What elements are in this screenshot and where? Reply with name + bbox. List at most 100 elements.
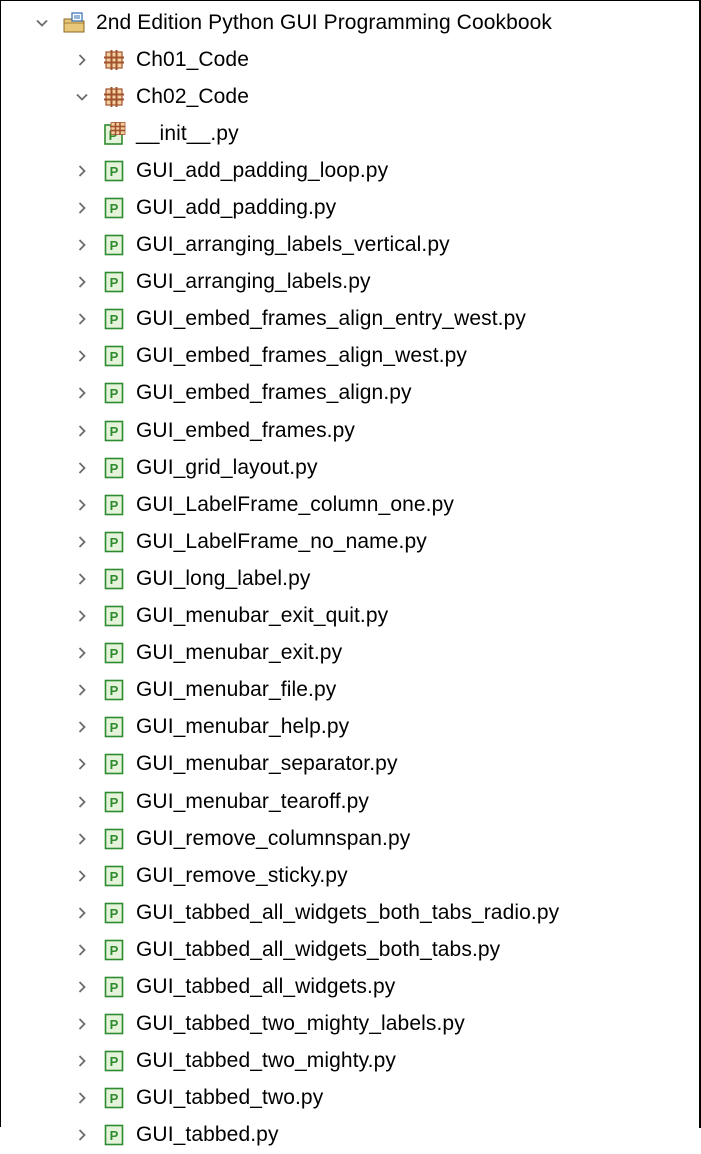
tree-item-file[interactable]: P GUI_menubar_tearoff.py	[0, 783, 699, 820]
tree-item-file[interactable]: P GUI_tabbed_all_widgets.py	[0, 968, 699, 1005]
svg-text:P: P	[110, 238, 119, 253]
chevron-right-icon[interactable]	[70, 715, 94, 739]
svg-text:P: P	[110, 646, 119, 661]
file-label: GUI_menubar_tearoff.py	[136, 789, 369, 813]
svg-text:P: P	[110, 683, 119, 698]
tree-item-file[interactable]: P GUI_add_padding_loop.py	[0, 152, 699, 189]
tree-item-file[interactable]: P GUI_tabbed_two.py	[0, 1080, 699, 1117]
file-label: GUI_tabbed_all_widgets_both_tabs.py	[136, 937, 501, 961]
file-label: GUI_menubar_separator.py	[136, 752, 398, 776]
tree-item-file[interactable]: P GUI_tabbed_two_mighty.py	[0, 1043, 699, 1080]
tree-item-file[interactable]: P GUI_grid_layout.py	[0, 449, 699, 486]
python-file-icon: P	[102, 381, 126, 405]
ch02-file-list: P __init__.py P GUI_add_padding_loop.py P GUI…	[0, 115, 699, 1154]
chevron-right-icon[interactable]	[70, 196, 94, 220]
python-file-icon: P	[102, 1123, 126, 1147]
chevron-right-icon[interactable]	[70, 1049, 94, 1073]
tree-item-file[interactable]: P GUI_tabbed.py	[0, 1117, 699, 1154]
file-label: GUI_embed_frames_align_entry_west.py	[136, 307, 526, 331]
chevron-right-icon[interactable]	[70, 1012, 94, 1036]
svg-text:P: P	[110, 906, 119, 921]
python-file-icon: P	[102, 159, 126, 183]
chevron-right-icon[interactable]	[70, 233, 94, 257]
chevron-right-icon[interactable]	[70, 827, 94, 851]
tree-item-file[interactable]: P GUI_embed_frames_align_west.py	[0, 338, 699, 375]
chevron-right-icon[interactable]	[70, 456, 94, 480]
tree-item-project[interactable]: 2nd Edition Python GUI Programming Cookb…	[0, 4, 699, 41]
tree-item-file[interactable]: P GUI_LabelFrame_column_one.py	[0, 486, 699, 523]
chevron-right-icon[interactable]	[70, 938, 94, 962]
tree-item-file[interactable]: P GUI_remove_sticky.py	[0, 857, 699, 894]
python-init-icon: P	[102, 121, 126, 146]
tree-item-file[interactable]: P GUI_arranging_labels_vertical.py	[0, 227, 699, 264]
chevron-right-icon[interactable]	[70, 381, 94, 405]
python-file-icon: P	[102, 975, 126, 999]
tree-item-ch02-code[interactable]: Ch02_Code	[0, 78, 699, 115]
tree-item-file[interactable]: P GUI_menubar_exit_quit.py	[0, 598, 699, 635]
chevron-down-icon[interactable]	[30, 11, 54, 35]
python-file-icon: P	[102, 901, 126, 925]
chevron-right-icon[interactable]	[70, 641, 94, 665]
chevron-right-icon[interactable]	[70, 604, 94, 628]
chevron-right-icon[interactable]	[70, 270, 94, 294]
svg-text:P: P	[110, 1128, 119, 1143]
tree-item-file[interactable]: P GUI_tabbed_two_mighty_labels.py	[0, 1006, 699, 1043]
chevron-right-icon[interactable]	[70, 975, 94, 999]
project-folder-icon	[62, 11, 86, 35]
tree-item-file[interactable]: P GUI_remove_columnspan.py	[0, 820, 699, 857]
package-label: Ch01_Code	[136, 47, 249, 71]
chevron-right-icon[interactable]	[70, 159, 94, 183]
chevron-right-icon[interactable]	[70, 1086, 94, 1110]
svg-text:P: P	[110, 498, 119, 513]
chevron-right-icon[interactable]	[70, 790, 94, 814]
svg-text:P: P	[110, 349, 119, 364]
chevron-right-icon[interactable]	[70, 530, 94, 554]
svg-text:P: P	[110, 535, 119, 550]
project-tree: 2nd Edition Python GUI Programming Cookb…	[0, 4, 699, 1154]
package-label: Ch02_Code	[136, 84, 249, 108]
file-label: GUI_arranging_labels.py	[136, 270, 371, 294]
chevron-right-icon[interactable]	[70, 419, 94, 443]
tree-item-file[interactable]: P GUI_menubar_separator.py	[0, 746, 699, 783]
tree-item-file[interactable]: P GUI_embed_frames_align_entry_west.py	[0, 301, 699, 338]
tree-item-file[interactable]: P GUI_add_padding.py	[0, 189, 699, 226]
python-file-icon: P	[102, 530, 126, 554]
tree-item-file[interactable]: P GUI_embed_frames_align.py	[0, 375, 699, 412]
chevron-right-icon[interactable]	[70, 493, 94, 517]
tree-item-file[interactable]: P GUI_menubar_exit.py	[0, 635, 699, 672]
chevron-right-icon[interactable]	[70, 307, 94, 331]
chevron-right-icon[interactable]	[70, 864, 94, 888]
file-label: GUI_embed_frames_align.py	[136, 381, 412, 405]
tree-item-file[interactable]: P GUI_menubar_file.py	[0, 672, 699, 709]
chevron-right-icon[interactable]	[70, 678, 94, 702]
file-label: GUI_remove_sticky.py	[136, 863, 348, 887]
chevron-right-icon[interactable]	[70, 48, 94, 72]
tree-item-file[interactable]: P GUI_menubar_help.py	[0, 709, 699, 746]
svg-text:P: P	[110, 980, 119, 995]
tree-item-file[interactable]: P __init__.py	[0, 115, 699, 152]
chevron-right-icon[interactable]	[70, 344, 94, 368]
package-icon	[102, 85, 126, 109]
tree-item-file[interactable]: P GUI_tabbed_all_widgets_both_tabs.py	[0, 931, 699, 968]
tree-item-file[interactable]: P GUI_long_label.py	[0, 560, 699, 597]
file-label: GUI_arranging_labels_vertical.py	[136, 233, 450, 257]
chevron-right-icon[interactable]	[70, 1123, 94, 1147]
svg-text:P: P	[110, 720, 119, 735]
svg-text:P: P	[110, 275, 119, 290]
chevron-right-icon[interactable]	[70, 901, 94, 925]
python-file-icon: P	[102, 864, 126, 888]
python-file-icon: P	[102, 419, 126, 443]
python-file-icon: P	[102, 567, 126, 591]
tree-item-ch01-code[interactable]: Ch01_Code	[0, 41, 699, 78]
tree-item-file[interactable]: P GUI_embed_frames.py	[0, 412, 699, 449]
tree-item-file[interactable]: P GUI_arranging_labels.py	[0, 264, 699, 301]
tree-item-file[interactable]: P GUI_tabbed_all_widgets_both_tabs_radio.…	[0, 894, 699, 931]
chevron-down-icon[interactable]	[70, 85, 94, 109]
svg-text:P: P	[110, 757, 119, 772]
python-file-icon: P	[102, 752, 126, 776]
chevron-right-icon[interactable]	[70, 567, 94, 591]
tree-item-file[interactable]: P GUI_LabelFrame_no_name.py	[0, 523, 699, 560]
file-label: GUI_tabbed_two.py	[136, 1086, 324, 1110]
chevron-right-icon[interactable]	[70, 752, 94, 776]
